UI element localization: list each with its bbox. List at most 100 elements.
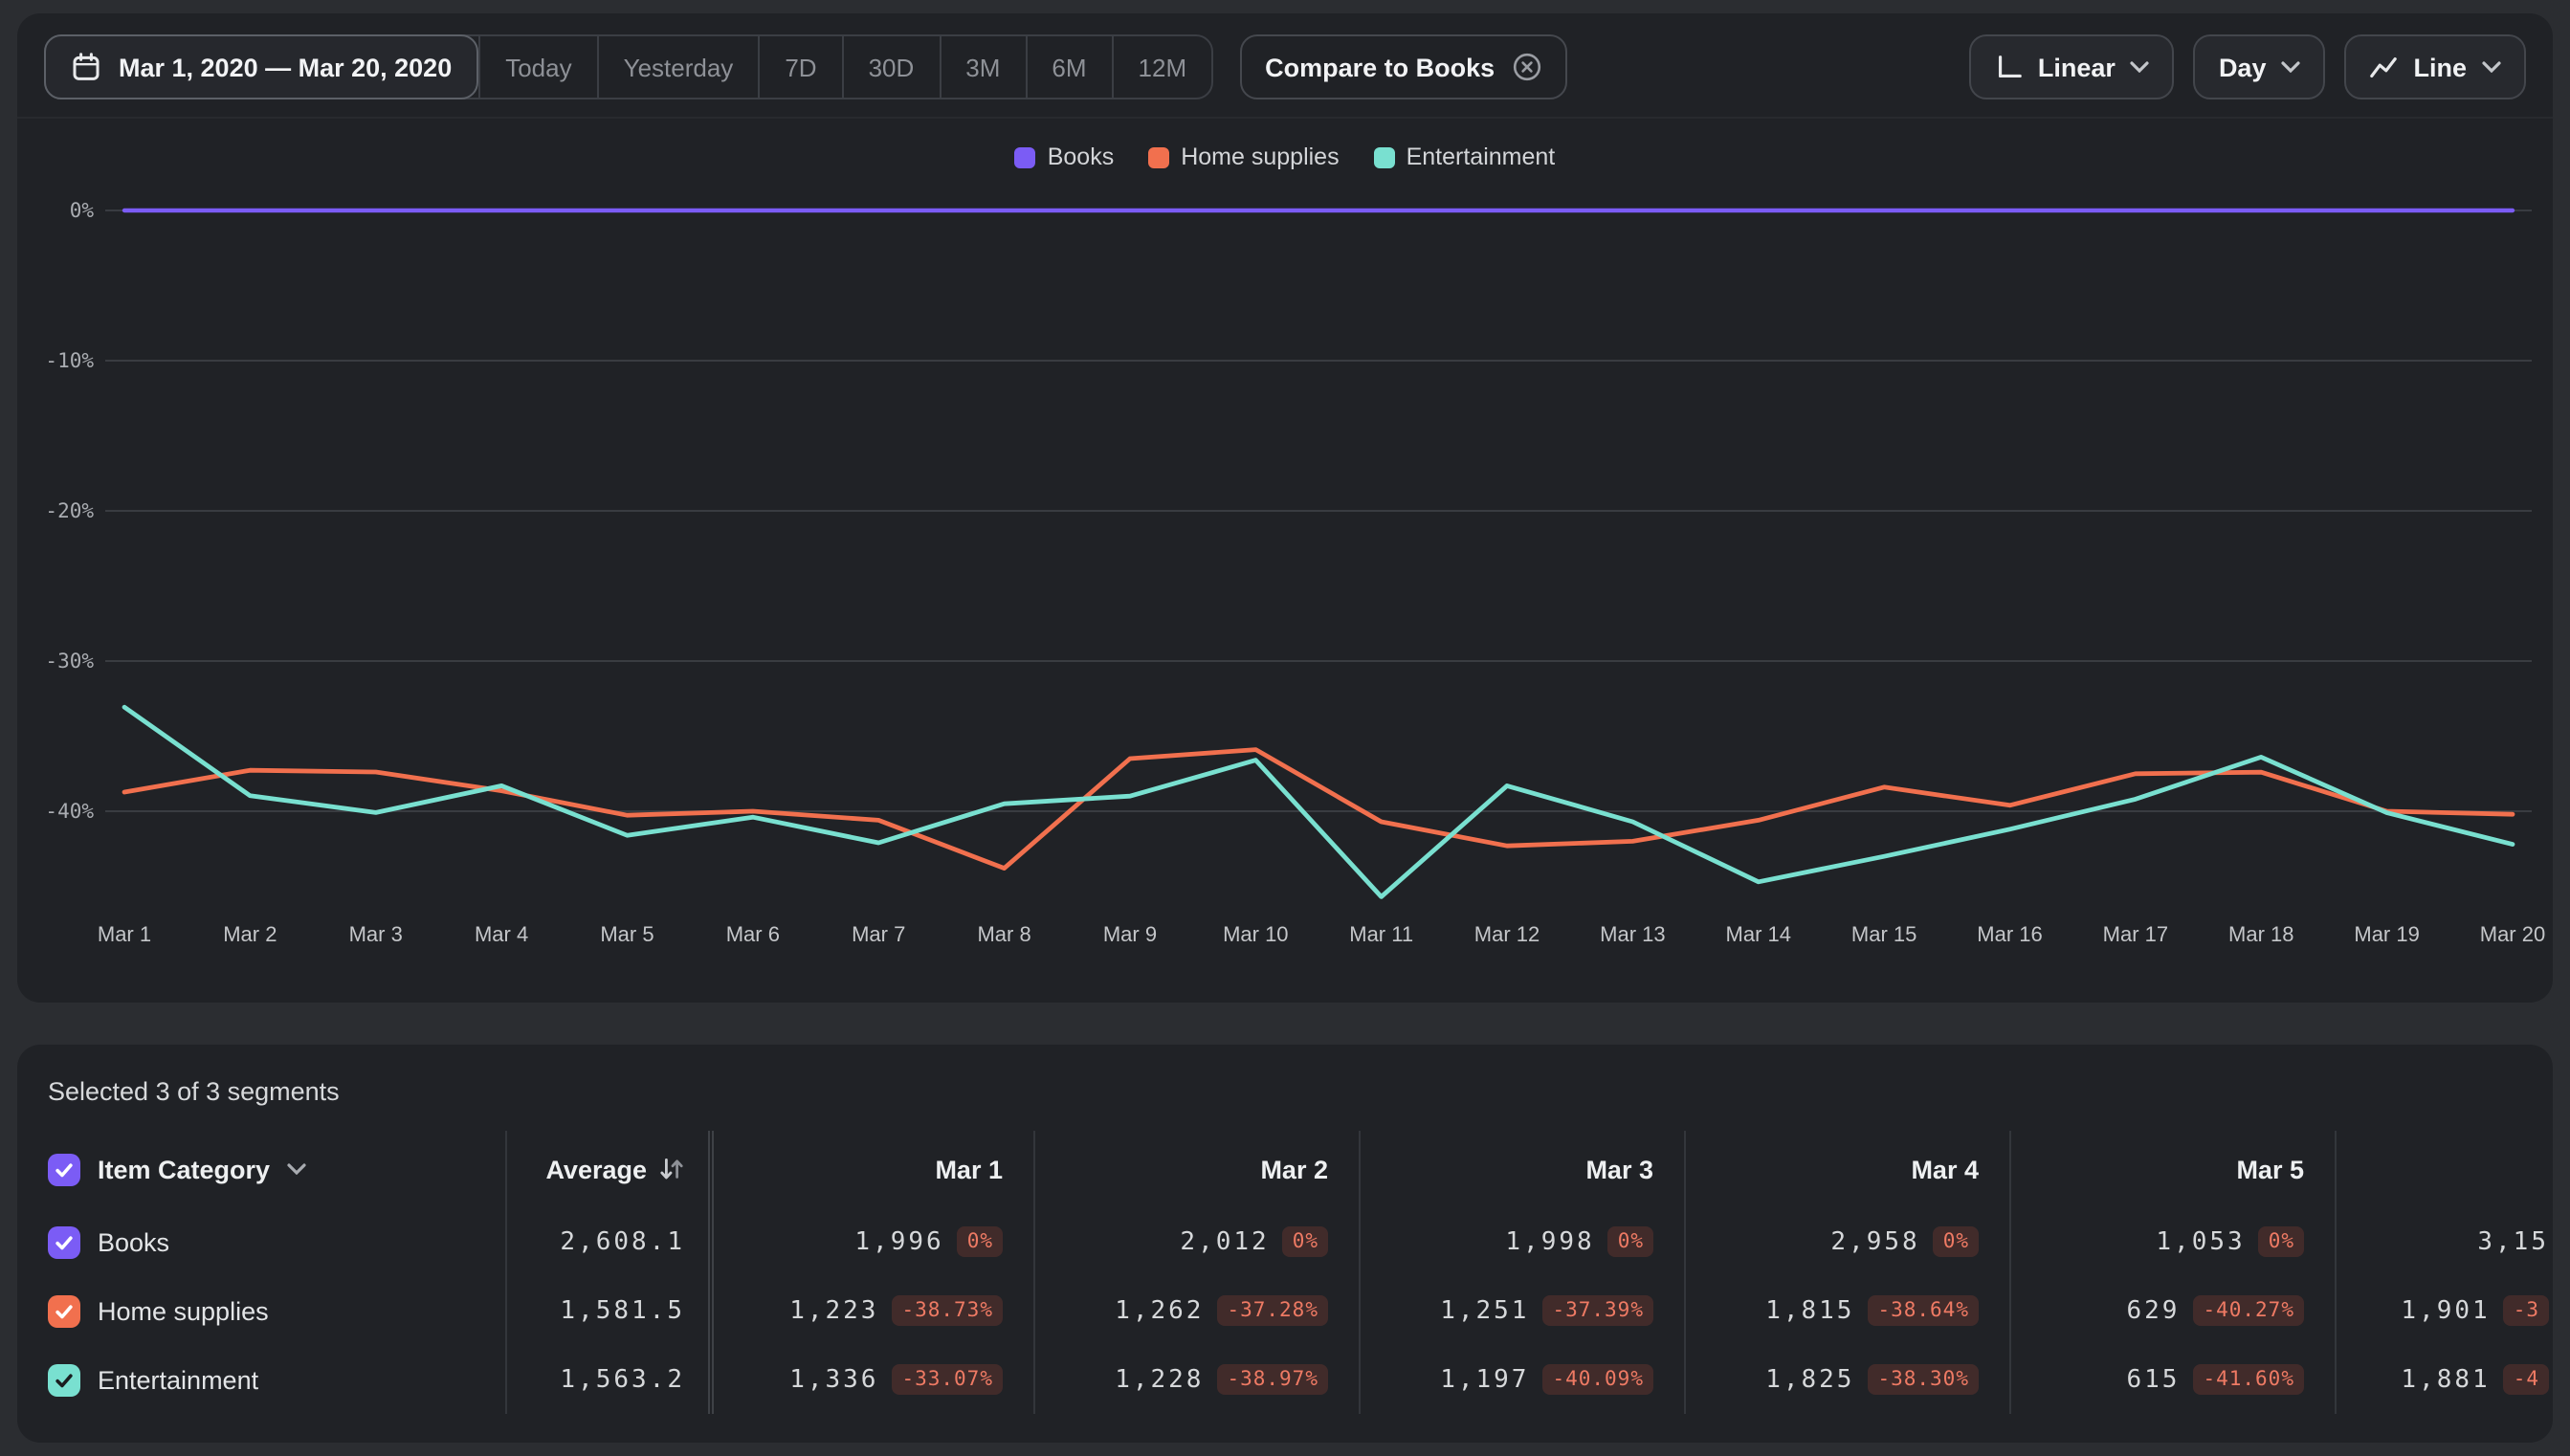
- quick-range-3m[interactable]: 3M: [939, 36, 1025, 98]
- legend-item-home-supplies[interactable]: Home supplies: [1148, 143, 1340, 170]
- x-tick-label: Mar 16: [1977, 922, 2042, 946]
- linear-scale-icon: [1998, 55, 2022, 77]
- x-tick-label: Mar 7: [852, 922, 905, 946]
- x-tick-label: Mar 13: [1600, 922, 1665, 946]
- cell-number: 1,262: [1115, 1296, 1205, 1325]
- x-tick-label: Mar 19: [2354, 922, 2419, 946]
- selected-segments-label: Selected 3 of 3 segments: [48, 1077, 340, 1106]
- pct-badge: -41.60%: [2193, 1364, 2304, 1395]
- cell-number: 2,012: [1180, 1227, 1270, 1256]
- row-checkbox-home-supplies[interactable]: [48, 1294, 80, 1327]
- pct-badge: -37.28%: [1217, 1295, 1328, 1326]
- x-tick-label: Mar 14: [1726, 922, 1791, 946]
- x-tick-label: Mar 17: [2103, 922, 2168, 946]
- y-tick-label: -20%: [45, 499, 94, 522]
- cell-number: 615: [2126, 1365, 2181, 1394]
- row-label-home-supplies: Home supplies: [17, 1276, 505, 1345]
- chart-type-select[interactable]: Line: [2344, 34, 2526, 99]
- x-tick-label: Mar 20: [2480, 922, 2545, 946]
- cell-number: 1,228: [1115, 1365, 1205, 1394]
- check-icon: [55, 1304, 73, 1318]
- cell-number: 1,581.5: [560, 1296, 685, 1325]
- x-tick-label: Mar 3: [349, 922, 403, 946]
- segments-table: Item Category Average Mar 1 Mar 2 Mar 3 Mar…: [17, 1131, 2553, 1414]
- date-range-label: Mar 1, 2020 — Mar 20, 2020: [119, 53, 453, 81]
- pct-badge: -38.30%: [1868, 1364, 1979, 1395]
- cell-value: 1,228 -38.97%: [1033, 1345, 1359, 1414]
- chart-svg[interactable]: 0% -10% -20% -30% -40% Mar 1 Mar 2 Mar 3 Mar 4 Ma…: [17, 191, 2553, 980]
- cell-average: 1,563.2: [505, 1345, 708, 1414]
- item-category-checkbox-slot: [48, 1153, 80, 1185]
- cell-value: 1,825 -38.30%: [1684, 1345, 2009, 1414]
- cell-number: 3,15: [2477, 1227, 2549, 1256]
- legend-swatch: [1373, 146, 1395, 167]
- cell-value: 1,336 -33.07%: [708, 1345, 1033, 1414]
- quick-range-30d[interactable]: 30D: [841, 36, 940, 98]
- pct-badge: -3: [2503, 1295, 2549, 1326]
- line-chart-icon: [2370, 56, 2398, 77]
- x-tick-label: Mar 11: [1349, 922, 1413, 946]
- quick-range-yesterday[interactable]: Yesterday: [596, 36, 759, 98]
- cell-average: 2,608.1: [505, 1207, 708, 1276]
- row-label-entertainment: Entertainment: [17, 1345, 505, 1414]
- cell-number: 2,958: [1830, 1227, 1920, 1256]
- quick-range-7d[interactable]: 7D: [758, 36, 841, 98]
- legend-item-books[interactable]: Books: [1014, 143, 1114, 170]
- legend-item-entertainment[interactable]: Entertainment: [1373, 143, 1556, 170]
- sort-icon[interactable]: [658, 1156, 685, 1182]
- toolbar: Mar 1, 2020 — Mar 20, 2020 Today Yesterda…: [17, 13, 2553, 119]
- pct-badge: -38.97%: [1217, 1364, 1328, 1395]
- granularity-select-label: Day: [2218, 53, 2267, 81]
- cell-value: 1,815 -38.64%: [1684, 1276, 2009, 1345]
- y-tick-label: -10%: [45, 349, 94, 372]
- pct-badge: -38.64%: [1868, 1295, 1979, 1326]
- cell-value-cutoff: 1,901 -3: [2335, 1276, 2553, 1345]
- x-tick-label: Mar 12: [1474, 922, 1540, 946]
- column-header-average[interactable]: Average: [505, 1131, 708, 1207]
- quick-range-group: Today Yesterday 7D 30D 3M 6M 12M: [478, 36, 1211, 98]
- x-tick-label: Mar 4: [475, 922, 528, 946]
- cell-number: 1,336: [789, 1365, 879, 1394]
- cell-value: 2,958 0%: [1684, 1207, 2009, 1276]
- calendar-icon: [73, 53, 100, 80]
- quick-range-today[interactable]: Today: [478, 36, 596, 98]
- segment-name: Entertainment: [98, 1365, 259, 1394]
- x-tick-label: Mar 18: [2228, 922, 2293, 946]
- row-label-books: Books: [17, 1207, 505, 1276]
- compare-chip[interactable]: Compare to Books: [1240, 34, 1568, 99]
- date-range-button[interactable]: Mar 1, 2020 — Mar 20, 2020: [44, 34, 479, 99]
- granularity-select[interactable]: Day: [2193, 34, 2326, 99]
- chart-legend: Books Home supplies Entertainment: [17, 138, 2553, 176]
- close-circle-icon[interactable]: [1512, 52, 1542, 82]
- series-line-entertainment: [122, 704, 2515, 899]
- x-tick-label: Mar 9: [1103, 922, 1157, 946]
- pct-badge: -38.73%: [892, 1295, 1003, 1326]
- cell-value: 629 -40.27%: [2009, 1276, 2335, 1345]
- cell-value: 1,996 0%: [708, 1207, 1033, 1276]
- cell-value: 1,262 -37.28%: [1033, 1276, 1359, 1345]
- pct-badge: -37.39%: [1542, 1295, 1653, 1326]
- x-tick-label: Mar 6: [726, 922, 780, 946]
- chevron-down-icon: [2482, 61, 2501, 73]
- row-checkbox-entertainment[interactable]: [48, 1363, 80, 1396]
- pct-badge: 0%: [1607, 1226, 1653, 1257]
- cell-value-cutoff: 1,881 -4: [2335, 1345, 2553, 1414]
- quick-range-12m[interactable]: 12M: [1111, 36, 1212, 98]
- legend-label: Entertainment: [1406, 143, 1556, 170]
- quick-range-6m[interactable]: 6M: [1025, 36, 1111, 98]
- cell-number: 1,901: [2401, 1296, 2491, 1325]
- scale-select[interactable]: Linear: [1968, 34, 2175, 99]
- column-header-mar-3: Mar 3: [1359, 1131, 1684, 1207]
- row-checkbox-books[interactable]: [48, 1225, 80, 1258]
- cell-value: 1,197 -40.09%: [1359, 1345, 1684, 1414]
- date-range-group: Mar 1, 2020 — Mar 20, 2020 Today Yesterda…: [44, 34, 1214, 99]
- column-header-item-category[interactable]: Item Category: [17, 1131, 505, 1207]
- item-category-checkbox[interactable]: [48, 1153, 80, 1185]
- pct-badge: -4: [2503, 1364, 2549, 1395]
- x-tick-label: Mar 10: [1223, 922, 1288, 946]
- cell-number: 1,197: [1440, 1365, 1530, 1394]
- x-tick-label: Mar 2: [223, 922, 277, 946]
- x-tick-label: Mar 1: [98, 922, 151, 946]
- chevron-down-icon: [2131, 61, 2150, 73]
- compare-chip-label: Compare to Books: [1265, 53, 1495, 81]
